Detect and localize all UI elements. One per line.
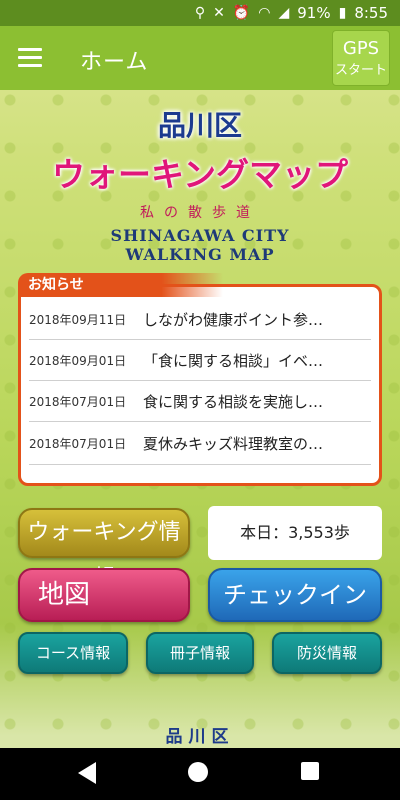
battery-percent: 91% xyxy=(297,4,331,22)
list-item[interactable]: 2018年07月01日 夏休みキッズ料理教室の… xyxy=(29,422,371,465)
footer-ward-logo: 品川区 xyxy=(165,727,235,747)
logo-subtitle: 私の散歩道 xyxy=(140,205,260,221)
logo-ward-name: 品川区 xyxy=(157,109,242,142)
list-item[interactable]: 2018年09月01日 「食に関する相談」イベ… xyxy=(29,340,371,381)
logo-main-title: ウォーキングマップ xyxy=(51,155,348,194)
battery-icon: ▮ xyxy=(338,5,347,21)
notice-date: 2018年07月01日 xyxy=(29,394,127,409)
logo-english-line2: WALKING MAP xyxy=(125,245,275,264)
notice-header: お知らせ xyxy=(18,273,223,297)
hamburger-menu-icon[interactable] xyxy=(18,48,42,68)
recent-apps-icon[interactable] xyxy=(301,762,319,780)
app-logo: 品川区 ウォーキングマップ 私の散歩道 SHINAGAWA CITY WALKI… xyxy=(0,100,400,264)
course-info-button[interactable]: コース情報 xyxy=(18,632,128,674)
notice-date: 2018年07月01日 xyxy=(29,436,127,451)
notice-list: 2018年09月11日 しながわ健康ポイント参… 2018年09月01日 「食に… xyxy=(29,299,371,465)
notice-date: 2018年09月01日 xyxy=(29,353,127,368)
list-item[interactable]: 2018年09月11日 しながわ健康ポイント参… xyxy=(29,299,371,340)
wifi-icon: ◠ xyxy=(258,5,271,21)
gps-label: GPS xyxy=(342,38,380,59)
status-bar: ⚲ ✕ ⏰ ◠ ◢ 91% ▮ 8:55 xyxy=(0,0,400,26)
booklet-info-button[interactable]: 冊子情報 xyxy=(146,632,254,674)
notice-date: 2018年09月11日 xyxy=(29,312,127,327)
disaster-info-button[interactable]: 防災情報 xyxy=(272,632,382,674)
signal-icon: ◢ xyxy=(278,5,290,21)
notice-text: 夏休みキッズ料理教室の… xyxy=(143,434,324,453)
page-title: ホーム xyxy=(80,50,149,75)
notice-text: 食に関する相談を実施し… xyxy=(143,392,324,411)
today-steps-display: 本日：3,553歩 xyxy=(208,506,382,560)
home-icon[interactable] xyxy=(188,762,208,782)
location-icon: ⚲ xyxy=(194,5,206,21)
notice-text: しながわ健康ポイント参… xyxy=(143,310,324,329)
clock: 8:55 xyxy=(354,4,388,22)
back-icon[interactable] xyxy=(78,762,96,784)
map-button[interactable]: 地図 xyxy=(18,568,190,622)
system-nav-bar xyxy=(0,748,400,800)
notice-text: 「食に関する相談」イベ… xyxy=(143,351,324,370)
gps-start-button[interactable]: GPS スタート xyxy=(332,30,390,86)
gps-start-label: スタート xyxy=(334,63,387,78)
alarm-icon: ⏰ xyxy=(232,5,251,21)
home-screen: ⚲ ✕ ⏰ ◠ ◢ 91% ▮ 8:55 ホーム GPS スタート 品川区 ウォ… xyxy=(0,0,400,800)
walking-info-button[interactable]: ウォーキング情報 xyxy=(18,508,190,591)
notice-panel: お知らせ 2018年09月11日 しながわ健康ポイント参… 2018年09月01… xyxy=(18,273,382,486)
checkin-button[interactable]: チェックイン xyxy=(208,568,382,622)
mute-icon: ✕ xyxy=(213,5,225,21)
app-bar: ホーム GPS スタート xyxy=(0,26,400,90)
logo-english-line1: SHINAGAWA CITY xyxy=(110,226,290,245)
list-item[interactable]: 2018年07月01日 食に関する相談を実施し… xyxy=(29,381,371,422)
